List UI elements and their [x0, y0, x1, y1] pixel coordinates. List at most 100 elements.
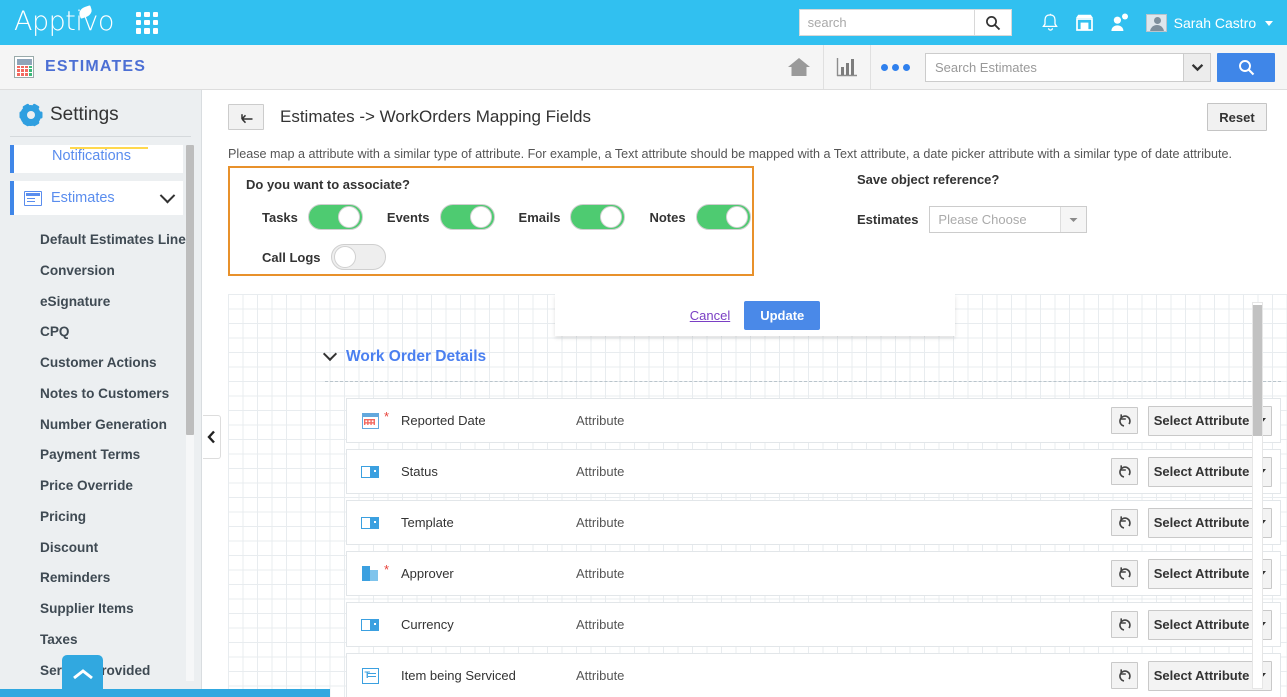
top-right-actions: Sarah Castro	[799, 8, 1287, 38]
undo-icon[interactable]	[1111, 611, 1138, 638]
table-row[interactable]: T Item being Serviced Attribute Select A…	[346, 653, 1281, 697]
sidebar-subitem-default-estimates-lines[interactable]: Default Estimates Lines	[40, 225, 201, 256]
sidebar-item-notifications[interactable]: Notifications	[10, 145, 183, 173]
associate-toggle-row-2: Call Logs	[230, 230, 752, 270]
table-row[interactable]: Status Attribute Select Attribute	[346, 449, 1281, 494]
module-search-button[interactable]	[1217, 53, 1275, 82]
user-plus-icon	[1109, 13, 1129, 32]
table-row[interactable]: * Reported Date Attribute Select Attribu…	[346, 398, 1281, 443]
page-title: Estimates -> WorkOrders Mapping Fields	[280, 107, 591, 127]
mapping-scrollbar[interactable]	[1252, 302, 1263, 689]
save-reference-panel: Save object reference? Estimates Please …	[857, 172, 1087, 233]
table-row[interactable]: Template Attribute Select Attribute	[346, 500, 1281, 545]
toggle-label: Emails	[519, 210, 561, 225]
field-name: Template	[401, 515, 576, 530]
toggle-item-events: Events	[387, 204, 495, 230]
save-reference-select[interactable]: Please Choose	[929, 206, 1087, 233]
user-name: Sarah Castro	[1174, 15, 1256, 31]
undo-icon[interactable]	[1111, 407, 1138, 434]
sidebar-title-group: Settings	[0, 90, 201, 136]
sidebar-subitem-conversion[interactable]: Conversion	[40, 256, 201, 287]
sidebar-item-label: Notifications	[52, 148, 131, 164]
grid-apps-icon[interactable]	[136, 12, 158, 34]
toggle-events[interactable]	[440, 204, 495, 230]
module-search-dropdown[interactable]	[1183, 53, 1211, 82]
home-icon	[786, 55, 812, 79]
sidebar-collapse-handle[interactable]	[203, 415, 221, 459]
sidebar-subitem-notes-to-customers[interactable]: Notes to Customers	[40, 379, 201, 410]
module-actions	[775, 45, 1287, 90]
global-search-input[interactable]	[799, 9, 974, 36]
module-title-group: ESTIMATES	[14, 56, 146, 78]
user-menu[interactable]: Sarah Castro	[1174, 15, 1273, 31]
chevron-down-icon	[323, 347, 337, 361]
sidebar-subitem-payment-terms[interactable]: Payment Terms	[40, 440, 201, 471]
undo-icon[interactable]	[1111, 458, 1138, 485]
estimates-icon	[24, 191, 42, 206]
bell-icon	[1041, 13, 1060, 33]
field-name: Currency	[401, 617, 576, 632]
sidebar-subitem-cpq[interactable]: CPQ	[40, 317, 201, 348]
save-reference-field-label: Estimates	[857, 212, 918, 227]
toggle-item-call-logs: Call Logs	[262, 244, 386, 270]
sidebar-subitem-customer-actions[interactable]: Customer Actions	[40, 348, 201, 379]
table-row[interactable]: Currency Attribute Select Attribute	[346, 602, 1281, 647]
field-type: Attribute	[576, 617, 876, 632]
scroll-to-top-button[interactable]	[62, 655, 103, 693]
section-header-work-order-details[interactable]: Work Order Details	[325, 348, 486, 366]
sidebar-item-estimates[interactable]: Estimates	[10, 181, 183, 215]
module-search-input[interactable]	[925, 53, 1183, 82]
text-icon: T	[360, 668, 380, 684]
sidebar-subitem-pricing[interactable]: Pricing	[40, 502, 201, 533]
field-type: Attribute	[576, 668, 876, 683]
page-header: Estimates -> WorkOrders Mapping Fields R…	[202, 90, 1287, 131]
sidebar-item-label: Estimates	[51, 190, 115, 206]
sidebar-subitem-supplier-items[interactable]: Supplier Items	[40, 594, 201, 625]
undo-icon[interactable]	[1111, 509, 1138, 536]
sidebar-scrollbar[interactable]	[186, 145, 194, 681]
toggle-emails[interactable]	[570, 204, 625, 230]
sidebar-subitem-number-generation[interactable]: Number Generation	[40, 410, 201, 441]
store-button[interactable]	[1068, 8, 1102, 38]
chevron-down-icon	[160, 187, 176, 203]
associate-question: Do you want to associate?	[230, 168, 752, 192]
caret-down-icon[interactable]	[1060, 207, 1086, 232]
module-search	[925, 53, 1275, 82]
back-arrow-icon	[237, 110, 255, 124]
sidebar-subitem-esignature[interactable]: eSignature	[40, 287, 201, 318]
toggle-label: Call Logs	[262, 250, 321, 265]
calendar-icon	[360, 413, 380, 429]
home-button[interactable]	[775, 45, 823, 89]
sidebar-subitem-price-override[interactable]: Price Override	[40, 471, 201, 502]
save-reference-question: Save object reference?	[857, 172, 1087, 187]
mapping-canvas: Cancel Update Work Order Details * Repor…	[228, 294, 1287, 697]
toggle-notes[interactable]	[696, 204, 751, 230]
notifications-button[interactable]	[1034, 8, 1068, 38]
undo-icon[interactable]	[1111, 662, 1138, 689]
update-button[interactable]: Update	[744, 301, 820, 330]
cancel-link[interactable]: Cancel	[690, 308, 730, 323]
reset-button[interactable]: Reset	[1207, 103, 1267, 131]
more-options-button[interactable]	[871, 45, 919, 89]
global-search-button[interactable]	[974, 9, 1012, 36]
chevron-up-icon	[72, 668, 94, 681]
sidebar-subitem-discount[interactable]: Discount	[40, 533, 201, 564]
toggle-tasks[interactable]	[308, 204, 363, 230]
toggle-call-logs[interactable]	[331, 244, 386, 270]
avatar	[1146, 14, 1167, 32]
table-row[interactable]: * Approver Attribute Select Attribute	[346, 551, 1281, 596]
select-icon	[360, 466, 380, 478]
undo-icon[interactable]	[1111, 560, 1138, 587]
sidebar-subitem-reminders[interactable]: Reminders	[40, 563, 201, 594]
back-button[interactable]	[228, 104, 264, 130]
building-icon	[360, 566, 380, 581]
top-header-bar: Apptivo	[0, 0, 1287, 45]
action-panel: Cancel Update	[555, 294, 955, 336]
reports-button[interactable]	[823, 45, 871, 89]
add-user-button[interactable]	[1102, 8, 1136, 38]
sidebar-subitem-taxes[interactable]: Taxes	[40, 625, 201, 656]
app-logo[interactable]: Apptivo	[14, 6, 114, 37]
mapping-scrollbar-thumb[interactable]	[1253, 305, 1262, 436]
toggle-label: Events	[387, 210, 430, 225]
sidebar-scrollbar-thumb[interactable]	[186, 145, 194, 435]
